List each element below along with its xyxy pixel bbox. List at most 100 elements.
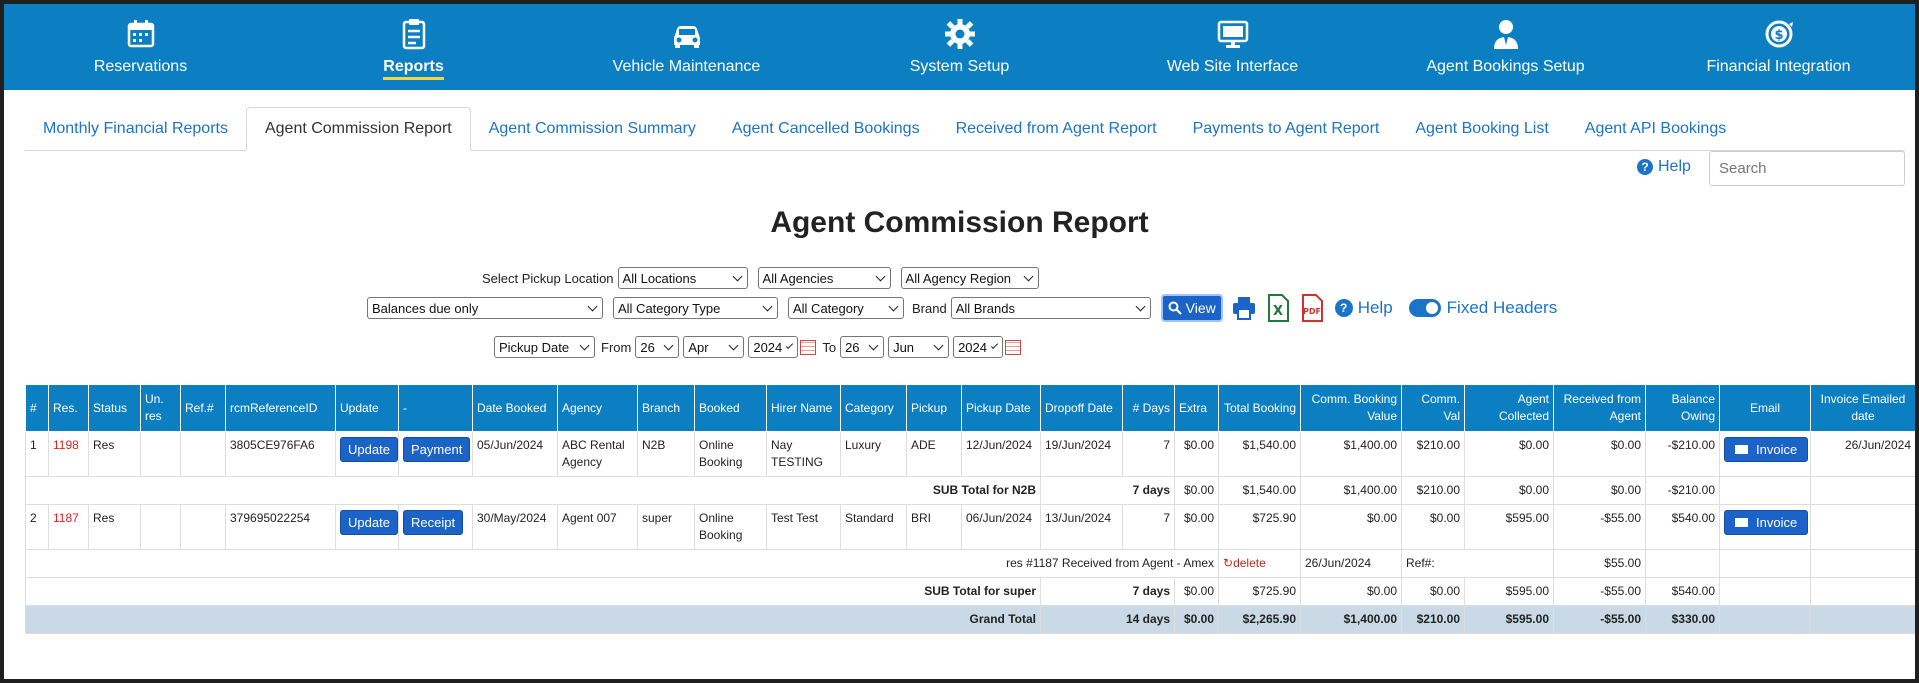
fixed-headers-toggle[interactable]	[1408, 299, 1441, 317]
to-day-value: 26	[845, 339, 860, 355]
category-type-select[interactable]: All Category Type	[613, 297, 778, 319]
from-year-value: 2024	[753, 339, 783, 355]
tab-agent-commission-summary[interactable]: Agent Commission Summary	[471, 107, 714, 151]
cell-category: Luxury	[840, 431, 907, 477]
subtotal-comm-value: $0.00	[1300, 577, 1402, 606]
to-year-select[interactable]: 2024	[953, 336, 1004, 358]
cell-agent-collected: $595.00	[1464, 504, 1554, 550]
tab-monthly-financial-reports[interactable]: Monthly Financial Reports	[25, 107, 246, 151]
nav-agent-bookings-setup[interactable]: Agent Bookings Setup	[1369, 4, 1642, 90]
col-header: -	[398, 384, 473, 432]
nav-financial-integration[interactable]: $ Financial Integration	[1642, 4, 1915, 90]
subtotal-email	[1719, 577, 1811, 606]
subtotal-label: SUB Total for N2B	[25, 476, 1041, 505]
to-month-select[interactable]: Jun	[888, 336, 950, 358]
grand-total-days: 14 days	[1040, 605, 1175, 634]
cell-pickup: ADE	[906, 431, 962, 477]
cell-email: Invoice	[1719, 504, 1811, 550]
agency-region-value: All Agency Region	[905, 270, 1012, 286]
to-month-value: Jun	[893, 339, 915, 355]
payment-empty	[1719, 549, 1811, 578]
table-row: 2 1187 Res 379695022254 Update Receipt 3…	[25, 504, 1915, 550]
help-icon: ?	[1334, 299, 1353, 317]
to-year-value: 2024	[958, 339, 987, 355]
col-header: Email	[1719, 384, 1811, 432]
tab-agent-booking-list[interactable]: Agent Booking List	[1397, 107, 1566, 151]
brand-select[interactable]: All Brands	[950, 297, 1151, 319]
category-select[interactable]: All Category	[788, 297, 904, 319]
nav-reports[interactable]: Reports	[277, 4, 550, 90]
col-header: Invoice Emailed date	[1810, 384, 1915, 432]
subtotal-received: $0.00	[1553, 476, 1646, 505]
agencies-select[interactable]: All Agencies	[757, 267, 891, 289]
search-input[interactable]	[1709, 151, 1905, 186]
update-button[interactable]: Update	[340, 437, 398, 462]
cell-comm-val: $210.00	[1401, 431, 1465, 477]
cell-comm-value: $0.00	[1300, 504, 1402, 550]
from-calendar-icon[interactable]	[800, 339, 817, 355]
location-value: All Locations	[622, 270, 697, 286]
to-day-select[interactable]: 26	[840, 336, 885, 358]
invoice-button[interactable]: Invoice	[1724, 437, 1809, 462]
cell-agency: Agent 007	[557, 504, 638, 550]
balance-select[interactable]: Balances due only	[367, 297, 603, 319]
from-day-select[interactable]: 26	[635, 336, 680, 358]
cell-total: $1,540.00	[1218, 431, 1301, 477]
tab-agent-commission-report[interactable]: Agent Commission Report	[245, 107, 471, 151]
print-icon[interactable]	[1231, 294, 1257, 322]
tab-payments-to-agent-report[interactable]: Payments to Agent Report	[1175, 107, 1398, 151]
subtotal-days: 7 days	[1040, 476, 1175, 505]
col-header: Update	[335, 384, 399, 432]
nav-reservations[interactable]: Reservations	[4, 4, 277, 90]
agencies-value: All Agencies	[762, 270, 834, 286]
cell-hirer: Test Test	[766, 504, 841, 550]
cell-emailed-date	[1810, 504, 1915, 550]
delete-link[interactable]: ↻delete	[1223, 556, 1266, 570]
subtotal-email	[1719, 476, 1811, 505]
nav-label: Web Site Interface	[1166, 58, 1299, 75]
res-link[interactable]: 1187	[48, 504, 89, 550]
cell-received: -$55.00	[1553, 504, 1646, 550]
update-button[interactable]: Update	[340, 510, 398, 535]
cell-pickup: BRI	[906, 504, 962, 550]
help-link[interactable]: ? Help	[1637, 158, 1691, 176]
invoice-button[interactable]: Invoice	[1724, 510, 1809, 535]
res-link[interactable]: 1198	[48, 431, 89, 477]
cell-booked: Online Booking	[694, 431, 767, 477]
col-header: Agent Collected	[1464, 384, 1554, 432]
tab-agent-api-bookings[interactable]: Agent API Bookings	[1567, 107, 1744, 151]
help-link-filters[interactable]: ? Help	[1334, 298, 1393, 318]
pdf-icon[interactable]: PDF	[1299, 294, 1325, 322]
payment-button[interactable]: Payment	[403, 437, 471, 462]
help-label: Help	[1357, 298, 1393, 317]
excel-icon[interactable]: X	[1265, 294, 1291, 322]
subtotal-received: -$55.00	[1553, 577, 1646, 606]
from-year-select[interactable]: 2024	[748, 336, 799, 358]
grand-total-extra: $0.00	[1174, 605, 1219, 634]
col-header: Comm. Val	[1401, 384, 1465, 432]
col-header: Un. res	[140, 384, 181, 432]
subtotal-emailed	[1810, 577, 1915, 606]
monitor-icon	[1217, 20, 1248, 48]
subtotal-extra: $0.00	[1174, 476, 1219, 505]
cell-extra: $0.00	[1174, 431, 1219, 477]
receipt-button[interactable]: Receipt	[403, 510, 464, 535]
table-row: 1 1198 Res 3805CE976FA6 Update Payment 0…	[25, 431, 1915, 477]
location-select[interactable]: All Locations	[617, 267, 748, 289]
tab-agent-cancelled-bookings[interactable]: Agent Cancelled Bookings	[714, 107, 938, 151]
subtotal-row: SUB Total for super 7 days $0.00 $725.90…	[25, 577, 1915, 606]
col-header: Ref.#	[180, 384, 226, 432]
date-type-select[interactable]: Pickup Date	[494, 336, 595, 358]
agency-region-select[interactable]: All Agency Region	[900, 267, 1039, 289]
cell-action: Receipt	[398, 504, 473, 550]
nav-vehicle-maintenance[interactable]: Vehicle Maintenance	[550, 4, 823, 90]
cell-date-booked: 05/Jun/2024	[472, 431, 558, 477]
tab-received-from-agent-report[interactable]: Received from Agent Report	[938, 107, 1175, 151]
from-month-select[interactable]: Apr	[683, 336, 745, 358]
subtotal-comm-val: $0.00	[1401, 577, 1465, 606]
nav-system-setup[interactable]: System Setup	[823, 4, 1096, 90]
col-header: Pickup Date	[961, 384, 1041, 432]
view-button[interactable]: View	[1160, 294, 1223, 322]
to-calendar-icon[interactable]	[1005, 339, 1022, 355]
nav-web-site-interface[interactable]: Web Site Interface	[1096, 4, 1369, 90]
